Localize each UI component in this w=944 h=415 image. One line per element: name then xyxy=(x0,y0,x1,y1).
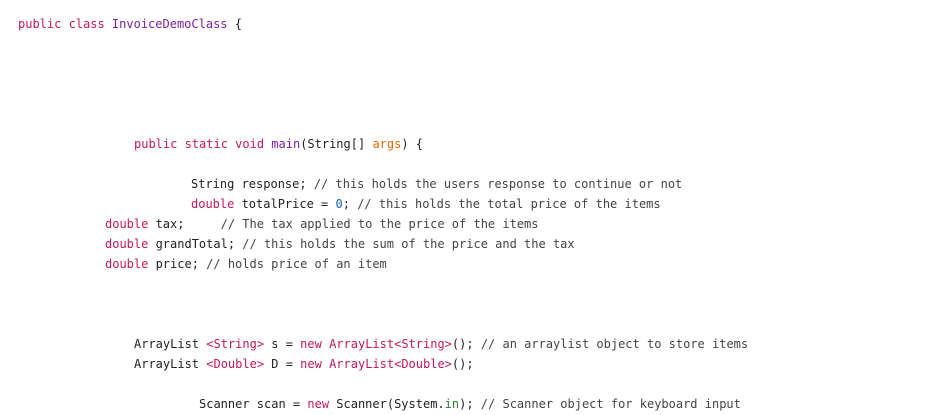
param-name: args xyxy=(372,137,402,151)
generic-type: <String> xyxy=(394,337,452,351)
keyword: double xyxy=(191,197,242,211)
code-comment: // holds price of an item xyxy=(206,257,387,271)
keyword: new xyxy=(307,397,337,411)
keyword: double xyxy=(105,237,156,251)
code-comment: // The tax applied to the price of the i… xyxy=(220,217,539,231)
number-literal: 0 xyxy=(335,197,343,211)
keyword: new xyxy=(300,337,330,351)
code-text: totalPrice = xyxy=(241,197,336,211)
code-line-grand-total: double grandTotal; // this holds the sum… xyxy=(105,236,575,252)
method-name: main xyxy=(271,137,301,151)
code-comment: // Scanner object for keyboard input xyxy=(480,397,741,411)
code-text: price; xyxy=(155,257,207,271)
code-line-class-declaration: public class InvoiceDemoClass { xyxy=(18,16,242,32)
code-comment: // an arraylist object to store items xyxy=(480,337,749,351)
code-text: grandTotal; xyxy=(155,237,243,251)
class-name: ArrayList xyxy=(329,357,395,371)
code-text: (String[] xyxy=(300,137,373,151)
code-editor[interactable]: public class InvoiceDemoClass { public s… xyxy=(0,0,944,415)
code-text: ArrayList xyxy=(134,337,207,351)
generic-type: <String> xyxy=(206,337,265,351)
code-line-main-method: public static void main(String[] args) { xyxy=(134,136,423,152)
code-text: ArrayList xyxy=(134,357,207,371)
code-comment: // this holds the total price of the ite… xyxy=(357,197,661,211)
keyword: double xyxy=(105,257,156,271)
class-name: InvoiceDemoClass xyxy=(111,17,228,31)
generic-type: <Double> xyxy=(394,357,452,371)
code-comment: // this holds the users response to cont… xyxy=(313,177,683,191)
code-text: Scanner(System. xyxy=(336,397,445,411)
keyword: public class xyxy=(18,17,112,31)
code-line-scanner: Scanner scan = new Scanner(System.in); /… xyxy=(199,396,741,412)
code-text: Scanner scan = xyxy=(199,397,308,411)
keyword: public static void xyxy=(134,137,272,151)
code-text: (); xyxy=(451,337,481,351)
code-line-price: double price; // holds price of an item xyxy=(105,256,387,272)
code-text: String response; xyxy=(191,177,314,191)
code-comment: // this holds the sum of the price and t… xyxy=(242,237,575,251)
static-field: in xyxy=(444,397,460,411)
class-name: ArrayList xyxy=(329,337,395,351)
keyword: new xyxy=(300,357,330,371)
code-text: D = xyxy=(264,357,301,371)
code-line-response: String response; // this holds the users… xyxy=(191,176,682,192)
code-text: ) { xyxy=(401,137,424,151)
code-text: s = xyxy=(264,337,301,351)
code-text: ); xyxy=(459,397,481,411)
code-line-total-price: double totalPrice = 0; // this holds the… xyxy=(191,196,661,212)
code-text: tax; xyxy=(155,217,221,231)
code-line-tax: double tax; // The tax applied to the pr… xyxy=(105,216,539,232)
code-line-string-list: ArrayList <String> s = new ArrayList<Str… xyxy=(134,336,748,352)
code-text: { xyxy=(227,17,242,31)
code-line-double-list: ArrayList <Double> D = new ArrayList<Dou… xyxy=(134,356,474,372)
generic-type: <Double> xyxy=(206,357,265,371)
keyword: double xyxy=(105,217,156,231)
code-text: (); xyxy=(451,357,474,371)
code-text: ; xyxy=(342,197,358,211)
